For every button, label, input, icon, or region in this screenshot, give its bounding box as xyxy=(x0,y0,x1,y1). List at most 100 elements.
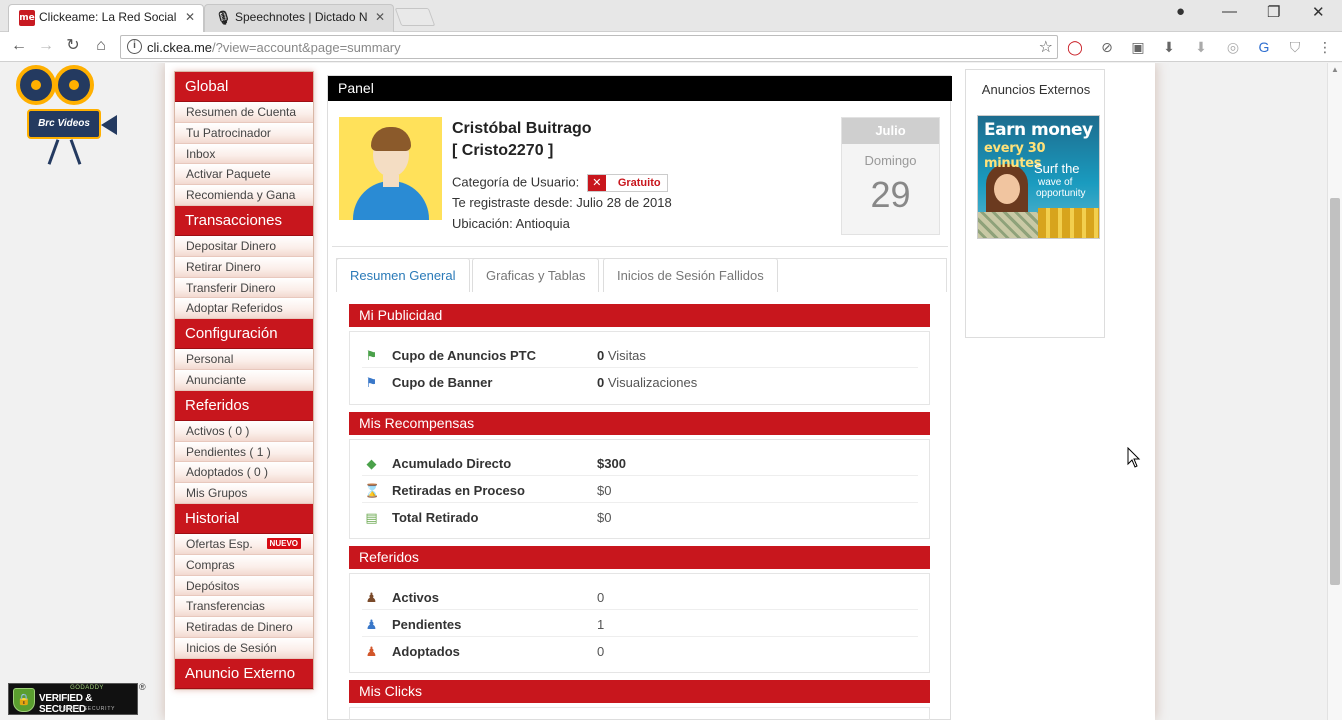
reload-icon[interactable]: ↻ xyxy=(62,35,84,57)
translate-icon[interactable]: G xyxy=(1255,38,1273,56)
external-ads-box: Anuncios Externos Earn money every 30 mi… xyxy=(965,69,1105,338)
user-adopted-icon: ♟ xyxy=(365,644,378,659)
browser-tab-speechnotes[interactable]: 🎙 Speechnotes | Dictado N ✕ xyxy=(204,4,394,32)
webpage: Brc Videos Global Resumen de Cuenta Tu P… xyxy=(0,63,1342,720)
sidebar-item-activar-paquete[interactable]: Activar Paquete xyxy=(175,164,313,186)
godaddy-verified-seal[interactable]: 🔒 GODADDY VERIFIED & SECURED VERIFY SECU… xyxy=(8,683,138,715)
scrollbar-thumb[interactable] xyxy=(1330,198,1340,585)
section-referidos: Referidos xyxy=(349,546,930,569)
sidebar-item-retirar-dinero[interactable]: Retirar Dinero xyxy=(175,256,313,278)
table-row: ⌛ Retiradas en Proceso $0 xyxy=(362,477,918,503)
sidebar-item-ofertas-esp[interactable]: Ofertas Esp. NUEVO xyxy=(175,533,313,555)
close-window-icon[interactable]: ✕ xyxy=(1312,3,1325,21)
url-text[interactable]: cli.ckea.me/?view=account&page=summary xyxy=(147,40,401,55)
new-tab-button[interactable] xyxy=(394,8,436,26)
panel-title: Panel xyxy=(328,76,952,101)
ptc-flag-icon: ⚑ xyxy=(365,348,378,363)
sidebar-item-activos[interactable]: Activos ( 0 ) xyxy=(175,420,313,442)
user-location: Ubicación: Antioquia xyxy=(452,216,570,231)
tab-resumen-general[interactable]: Resumen General xyxy=(336,258,470,292)
restore-icon[interactable]: ❐ xyxy=(1267,3,1280,21)
camera-lens-icon xyxy=(101,115,117,135)
money-icon: ◆ xyxy=(366,456,377,471)
date-day: 29 xyxy=(870,174,911,215)
sidebar-item-transferencias[interactable]: Transferencias xyxy=(175,596,313,618)
extension-opera-icon[interactable]: ◯ xyxy=(1066,38,1084,56)
sidebar-item-mis-grupos[interactable]: Mis Grupos xyxy=(175,483,313,504)
tab-inicios-de-sesion-fallidos[interactable]: Inicios de Sesión Fallidos xyxy=(603,258,778,292)
user-avatar xyxy=(339,117,442,220)
film-reel-icon xyxy=(54,65,94,105)
table-row: ▤ Total Retirado $0 xyxy=(365,510,612,525)
info-icon[interactable]: i xyxy=(127,39,142,54)
tab-title: Speechnotes | Dictado N xyxy=(235,10,368,24)
forward-icon[interactable]: → xyxy=(35,35,57,57)
cash-stack-icon: ▤ xyxy=(365,510,378,525)
user-pending-icon: ♟ xyxy=(365,617,378,632)
sidebar-section-configuracion: Configuración xyxy=(175,319,313,350)
hourglass-icon: ⌛ xyxy=(364,483,381,498)
menu-kebab-icon[interactable]: ⋮ xyxy=(1316,38,1334,56)
sidebar-item-adoptar-referidos[interactable]: Adoptar Referidos xyxy=(175,298,313,320)
sidebar-item-compras[interactable]: Compras xyxy=(175,554,313,576)
table-row: ⚑ Cupo de Anuncios PTC 0 Visitas xyxy=(362,342,918,368)
sidebar-item-inicios-de-sesion[interactable]: Inicios de Sesión xyxy=(175,637,313,659)
mouse-cursor-icon xyxy=(1127,447,1141,468)
home-icon[interactable]: ⌂ xyxy=(90,35,112,57)
download-arrow-2-icon[interactable]: ⬇ xyxy=(1192,38,1210,56)
sidebar-item-depositar-dinero[interactable]: Depositar Dinero xyxy=(175,235,313,257)
extension-circle-icon[interactable]: ◎ xyxy=(1224,38,1242,56)
user-category: Categoría de Usuario: ✕ Gratuito xyxy=(452,174,668,192)
extension-download-box-icon[interactable]: ▣ xyxy=(1129,38,1147,56)
sidebar-item-resumen-de-cuenta[interactable]: Resumen de Cuenta xyxy=(175,102,313,123)
tab-graficas-y-tablas[interactable]: Graficas y Tablas xyxy=(472,258,600,292)
clickeame-favicon-icon: me xyxy=(19,10,35,26)
banner-flag-icon: ⚑ xyxy=(365,375,378,390)
tab-close-icon[interactable]: ✕ xyxy=(375,5,385,29)
bookmark-star-icon[interactable]: ☆ xyxy=(1039,37,1053,57)
user-full-name: Cristóbal Buitrago xyxy=(452,120,592,137)
brc-videos-logo: Brc Videos xyxy=(14,65,118,165)
page-scrollbar[interactable]: ▲ xyxy=(1327,63,1342,720)
date-weekday: Domingo xyxy=(864,153,917,168)
sidebar-item-anunciante[interactable]: Anunciante xyxy=(175,369,313,391)
tab-close-icon[interactable]: ✕ xyxy=(185,5,195,29)
sidebar-item-retiradas-de-dinero[interactable]: Retiradas de Dinero xyxy=(175,617,313,638)
sidebar-section-historial: Historial xyxy=(175,503,313,534)
date-card: Julio Domingo 29 xyxy=(841,117,940,235)
account-panel: Panel Cristóbal Buitrago [ Cristo2270 ] … xyxy=(327,75,952,720)
section-mis-recompensas-box: ◆ Acumulado Directo $300 ⌛ Retiradas en … xyxy=(349,439,930,539)
padlock-shield-icon: 🔒 xyxy=(13,688,35,712)
sidebar-section-referidos: Referidos xyxy=(175,390,313,421)
minimize-icon[interactable]: — xyxy=(1222,3,1237,20)
earn-money-banner[interactable]: Earn money every 30 minutes Surf the wav… xyxy=(977,115,1100,239)
sidebar-item-adoptados[interactable]: Adoptados ( 0 ) xyxy=(175,462,313,484)
sidebar-item-personal[interactable]: Personal xyxy=(175,349,313,370)
address-toolbar: ← → ↻ ⌂ i cli.ckea.me/?view=account&page… xyxy=(0,32,1342,62)
download-arrow-icon[interactable]: ⬇ xyxy=(1160,38,1178,56)
shield-extension-icon[interactable]: ⛉ xyxy=(1286,38,1304,56)
sidebar-item-depositos[interactable]: Depósitos xyxy=(175,575,313,597)
sidebar-section-global: Global xyxy=(175,72,313,102)
back-icon[interactable]: ← xyxy=(8,35,30,57)
browser-tab-clickeame[interactable]: me Clickeame: La Red Social ✕ xyxy=(8,4,204,32)
url-bar[interactable]: i cli.ckea.me/?view=account&page=summary… xyxy=(120,35,1058,59)
section-mi-publicidad-box: ⚑ Cupo de Anuncios PTC 0 Visitas ⚑ Cupo … xyxy=(349,331,930,405)
sidebar-item-transferir-dinero[interactable]: Transferir Dinero xyxy=(175,277,313,299)
scroll-up-icon[interactable]: ▲ xyxy=(1331,65,1339,74)
user-name-block: Cristóbal Buitrago [ Cristo2270 ] xyxy=(452,118,592,162)
panel-tabs: Resumen General Graficas y Tablas Inicio… xyxy=(336,258,947,292)
sidebar-item-inbox[interactable]: Inbox xyxy=(175,143,313,165)
table-row: ♟ Adoptados 0 xyxy=(365,644,605,659)
microphone-icon: 🎙 xyxy=(215,10,232,25)
table-row: ♟ Activos 0 xyxy=(362,584,918,610)
sidebar-item-recomienda-y-gana[interactable]: Recomienda y Gana xyxy=(175,185,313,206)
date-month: Julio xyxy=(842,118,939,144)
sidebar-section-anuncio-externo[interactable]: Anuncio Externo xyxy=(175,658,313,689)
logo-text: Brc Videos xyxy=(27,109,101,139)
browser-tabbar: me Clickeame: La Red Social ✕ 🎙 Speechno… xyxy=(0,0,1342,32)
profile-icon[interactable]: ● xyxy=(1176,3,1185,20)
sidebar-item-tu-patrocinador[interactable]: Tu Patrocinador xyxy=(175,122,313,144)
extension-block-icon[interactable]: ⊘ xyxy=(1098,38,1116,56)
sidebar-item-pendientes[interactable]: Pendientes ( 1 ) xyxy=(175,441,313,463)
